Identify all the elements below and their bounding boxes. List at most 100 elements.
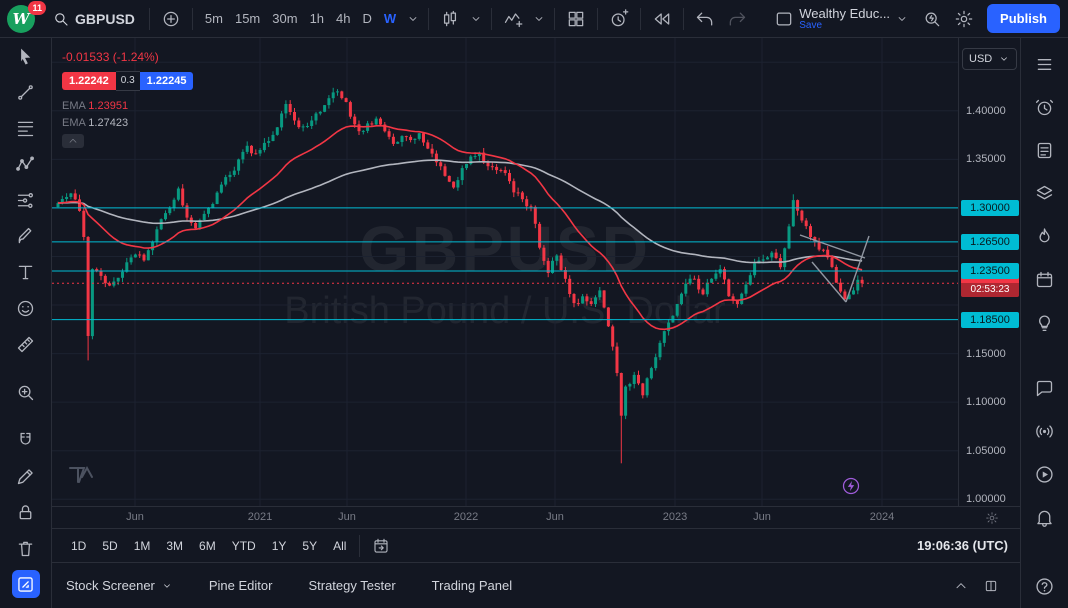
currency-selector[interactable]: USD — [962, 48, 1017, 70]
flame-icon — [1034, 226, 1055, 247]
chart-style-button[interactable] — [435, 4, 465, 34]
undo-button[interactable] — [690, 4, 720, 34]
symbol-search[interactable]: GBPUSD — [44, 6, 143, 32]
help-button[interactable] — [1031, 572, 1059, 600]
timeframe-15m[interactable]: 15m — [229, 7, 266, 30]
layout-name: Wealthy Educ... — [799, 7, 890, 20]
object-tree-button[interactable] — [1031, 179, 1059, 207]
tab-strategy-tester[interactable]: Strategy Tester — [308, 578, 395, 593]
zoom-in-tool-button[interactable] — [12, 378, 40, 406]
quick-search-button[interactable] — [917, 4, 947, 34]
timeframe-group: 5m15m30m1h4hDW — [199, 7, 402, 30]
range-1m-button[interactable]: 1M — [127, 535, 158, 557]
video-ideas-button[interactable] — [1031, 460, 1059, 488]
buy-price-button[interactable]: 1.22245 — [140, 72, 194, 90]
fib-retracement-tool-button[interactable] — [12, 114, 40, 142]
clock[interactable]: 19:06:36 (UTC) — [917, 538, 1008, 553]
brush-tool-button[interactable] — [12, 222, 40, 250]
plus-circle-icon — [161, 9, 181, 29]
economic-calendar-button[interactable] — [1031, 265, 1059, 293]
axis-settings-button[interactable] — [982, 508, 1002, 528]
create-alert-button[interactable] — [604, 4, 634, 34]
alerts-button[interactable] — [1031, 93, 1059, 121]
data-window-button[interactable] — [1031, 136, 1059, 164]
timeframe-W[interactable]: W — [378, 7, 402, 30]
panel-maximize-button[interactable] — [976, 571, 1006, 601]
tab-trading-panel[interactable]: Trading Panel — [432, 578, 512, 593]
timeframe-5m[interactable]: 5m — [199, 7, 229, 30]
trend-line-tool-button[interactable] — [12, 78, 40, 106]
goto-date-button[interactable] — [366, 531, 396, 561]
range-3m-button[interactable]: 3M — [159, 535, 190, 557]
forecast-tool-button[interactable] — [12, 186, 40, 214]
timeframe-30m[interactable]: 30m — [266, 7, 303, 30]
magnet-tool-button[interactable] — [12, 426, 40, 454]
bar-replay-button[interactable] — [647, 4, 677, 34]
top-toolbar: W 11 GBPUSD 5m15m30m1h4hDW Wealthy — [0, 0, 1068, 38]
layout-menu[interactable]: Wealthy Educ... Save — [768, 5, 915, 33]
compare-add-button[interactable] — [156, 4, 186, 34]
layout-grid-button[interactable] — [561, 4, 591, 34]
price-axis[interactable]: USD 1.22242 02:53:23 1.400001.350001.150… — [958, 38, 1020, 506]
tab-stock-screener[interactable]: Stock Screener — [66, 578, 173, 593]
measure-ruler-tool-button[interactable] — [12, 330, 40, 358]
chart-settings-button[interactable] — [949, 4, 979, 34]
xabcd-pattern-tool-button[interactable] — [12, 150, 40, 178]
timeframe-menu-button[interactable] — [404, 4, 422, 34]
draw-panel-icon — [15, 574, 36, 595]
range-all-button[interactable]: All — [326, 535, 353, 557]
edit-tool-button[interactable] — [12, 462, 40, 490]
streams-button[interactable] — [1031, 417, 1059, 445]
time-axis-label: Jun — [327, 511, 367, 523]
drawings-panel-toggle-button[interactable] — [12, 570, 40, 598]
time-axis[interactable]: Jun2021Jun2022Jun2023Jun2024 — [52, 506, 1020, 528]
account-menu[interactable]: W 11 — [6, 3, 42, 35]
emoji-icon — [15, 298, 36, 319]
text-tool-button[interactable] — [12, 258, 40, 286]
ema-slow-legend[interactable]: EMA 1.27423 — [62, 117, 193, 129]
timeframe-1h[interactable]: 1h — [304, 7, 330, 30]
cursor-tool-button[interactable] — [12, 42, 40, 70]
indicators-menu-button[interactable] — [530, 4, 548, 34]
gear-icon — [985, 511, 999, 525]
time-axis-label: Jun — [742, 511, 782, 523]
time-axis-label: 2022 — [446, 511, 486, 523]
redo-button[interactable] — [722, 4, 752, 34]
notifications-button[interactable] — [1031, 503, 1059, 531]
emoji-tool-button[interactable] — [12, 294, 40, 322]
remove-drawings-tool-button[interactable] — [12, 534, 40, 562]
chart-style-menu-button[interactable] — [467, 4, 485, 34]
indicators-button[interactable] — [498, 4, 528, 34]
publish-button[interactable]: Publish — [987, 4, 1060, 33]
lock-drawings-tool-button[interactable] — [12, 498, 40, 526]
range-5d-button[interactable]: 5D — [95, 535, 124, 557]
range-1d-button[interactable]: 1D — [64, 535, 93, 557]
right-sidebar — [1020, 38, 1068, 608]
timeframe-4h[interactable]: 4h — [330, 7, 356, 30]
price-tick: 1.05000 — [966, 445, 1006, 457]
range-1y-button[interactable]: 1Y — [265, 535, 294, 557]
chart-panel[interactable]: GBPUSD British Pound / U.S. Dollar -0.01… — [52, 38, 1020, 506]
bar-countdown: 02:53:23 — [961, 283, 1019, 297]
ideas-button[interactable] — [1031, 308, 1059, 336]
collapse-legend-button[interactable] — [62, 134, 84, 148]
tradingview-logo-watermark[interactable] — [68, 465, 94, 490]
list-icon — [1034, 54, 1055, 75]
sell-price-button[interactable]: 1.22242 — [62, 72, 116, 90]
tab-label: Trading Panel — [432, 578, 512, 593]
published-idea-marker[interactable] — [841, 476, 861, 496]
hotlists-button[interactable] — [1031, 222, 1059, 250]
watchlist-button[interactable] — [1031, 50, 1059, 78]
ema-fast-legend[interactable]: EMA 1.23951 — [62, 100, 193, 112]
range-6m-button[interactable]: 6M — [192, 535, 223, 557]
panel-expand-up-button[interactable] — [946, 571, 976, 601]
range-5y-button[interactable]: 5Y — [295, 535, 324, 557]
save-status[interactable]: Save — [799, 21, 822, 31]
chat-button[interactable] — [1031, 374, 1059, 402]
range-ytd-button[interactable]: YTD — [225, 535, 263, 557]
grid-layout-icon — [566, 9, 586, 29]
tab-pine-editor[interactable]: Pine Editor — [209, 578, 273, 593]
bottom-tabs: Stock Screener Pine Editor Strategy Tester… — [66, 578, 512, 593]
go-to-date-icon — [372, 537, 390, 555]
timeframe-D[interactable]: D — [357, 7, 378, 30]
